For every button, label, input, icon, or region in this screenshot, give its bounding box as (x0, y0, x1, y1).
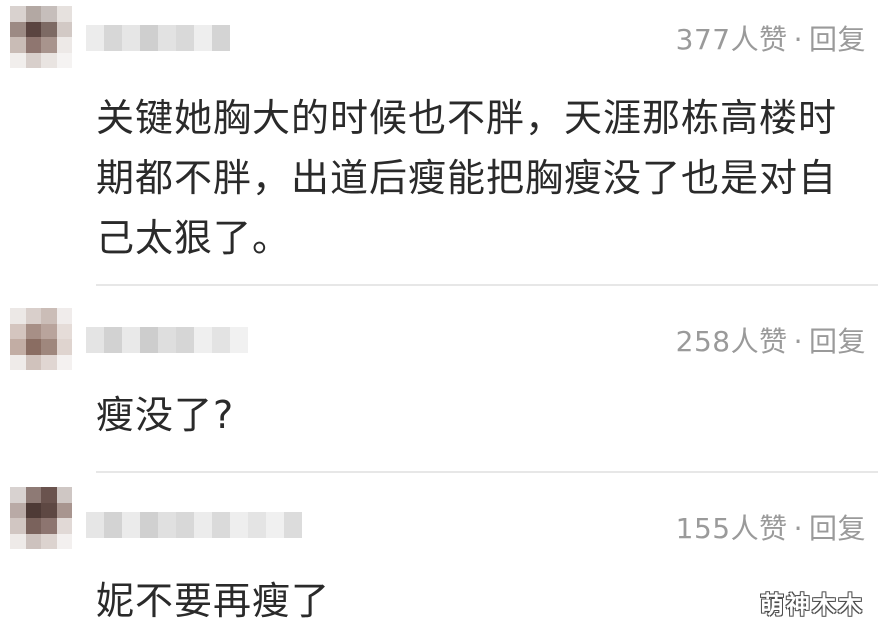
reply-button[interactable]: 回复 (809, 512, 866, 545)
username-blurred[interactable] (86, 509, 302, 541)
comment-text: 关键她胸大的时候也不胖，天涯那栋高楼时期都不胖，出道后瘦能把胸瘦没了也是对自己太… (96, 96, 838, 260)
meta-separator: · (793, 512, 803, 545)
avatar[interactable] (10, 487, 72, 549)
like-count[interactable]: 258人赞 (676, 325, 788, 358)
comment-text: 妮不要再瘦了 (96, 579, 331, 623)
comment-item: 258人赞 · 回复 瘦没了? (0, 286, 878, 472)
meta-separator: · (793, 325, 803, 358)
avatar[interactable] (10, 6, 72, 68)
like-count[interactable]: 377人赞 (676, 23, 788, 56)
watermark: 萌神木木 (760, 591, 864, 619)
comment-item: 155人赞 · 回复 妮不要再瘦了 (0, 473, 878, 634)
comment-meta: 258人赞 · 回复 (676, 320, 866, 360)
comment-item: 377人赞 · 回复 关键她胸大的时候也不胖，天涯那栋高楼时期都不胖，出道后瘦能把胸… (0, 0, 878, 285)
username-blurred[interactable] (86, 22, 230, 54)
avatar[interactable] (10, 308, 72, 370)
reply-button[interactable]: 回复 (809, 23, 866, 56)
reply-button[interactable]: 回复 (809, 325, 866, 358)
meta-separator: · (793, 23, 803, 56)
username-blurred[interactable] (86, 324, 248, 356)
comment-meta: 155人赞 · 回复 (676, 507, 866, 547)
comment-meta: 377人赞 · 回复 (676, 18, 866, 58)
like-count[interactable]: 155人赞 (676, 512, 788, 545)
comment-text: 瘦没了? (96, 393, 235, 437)
